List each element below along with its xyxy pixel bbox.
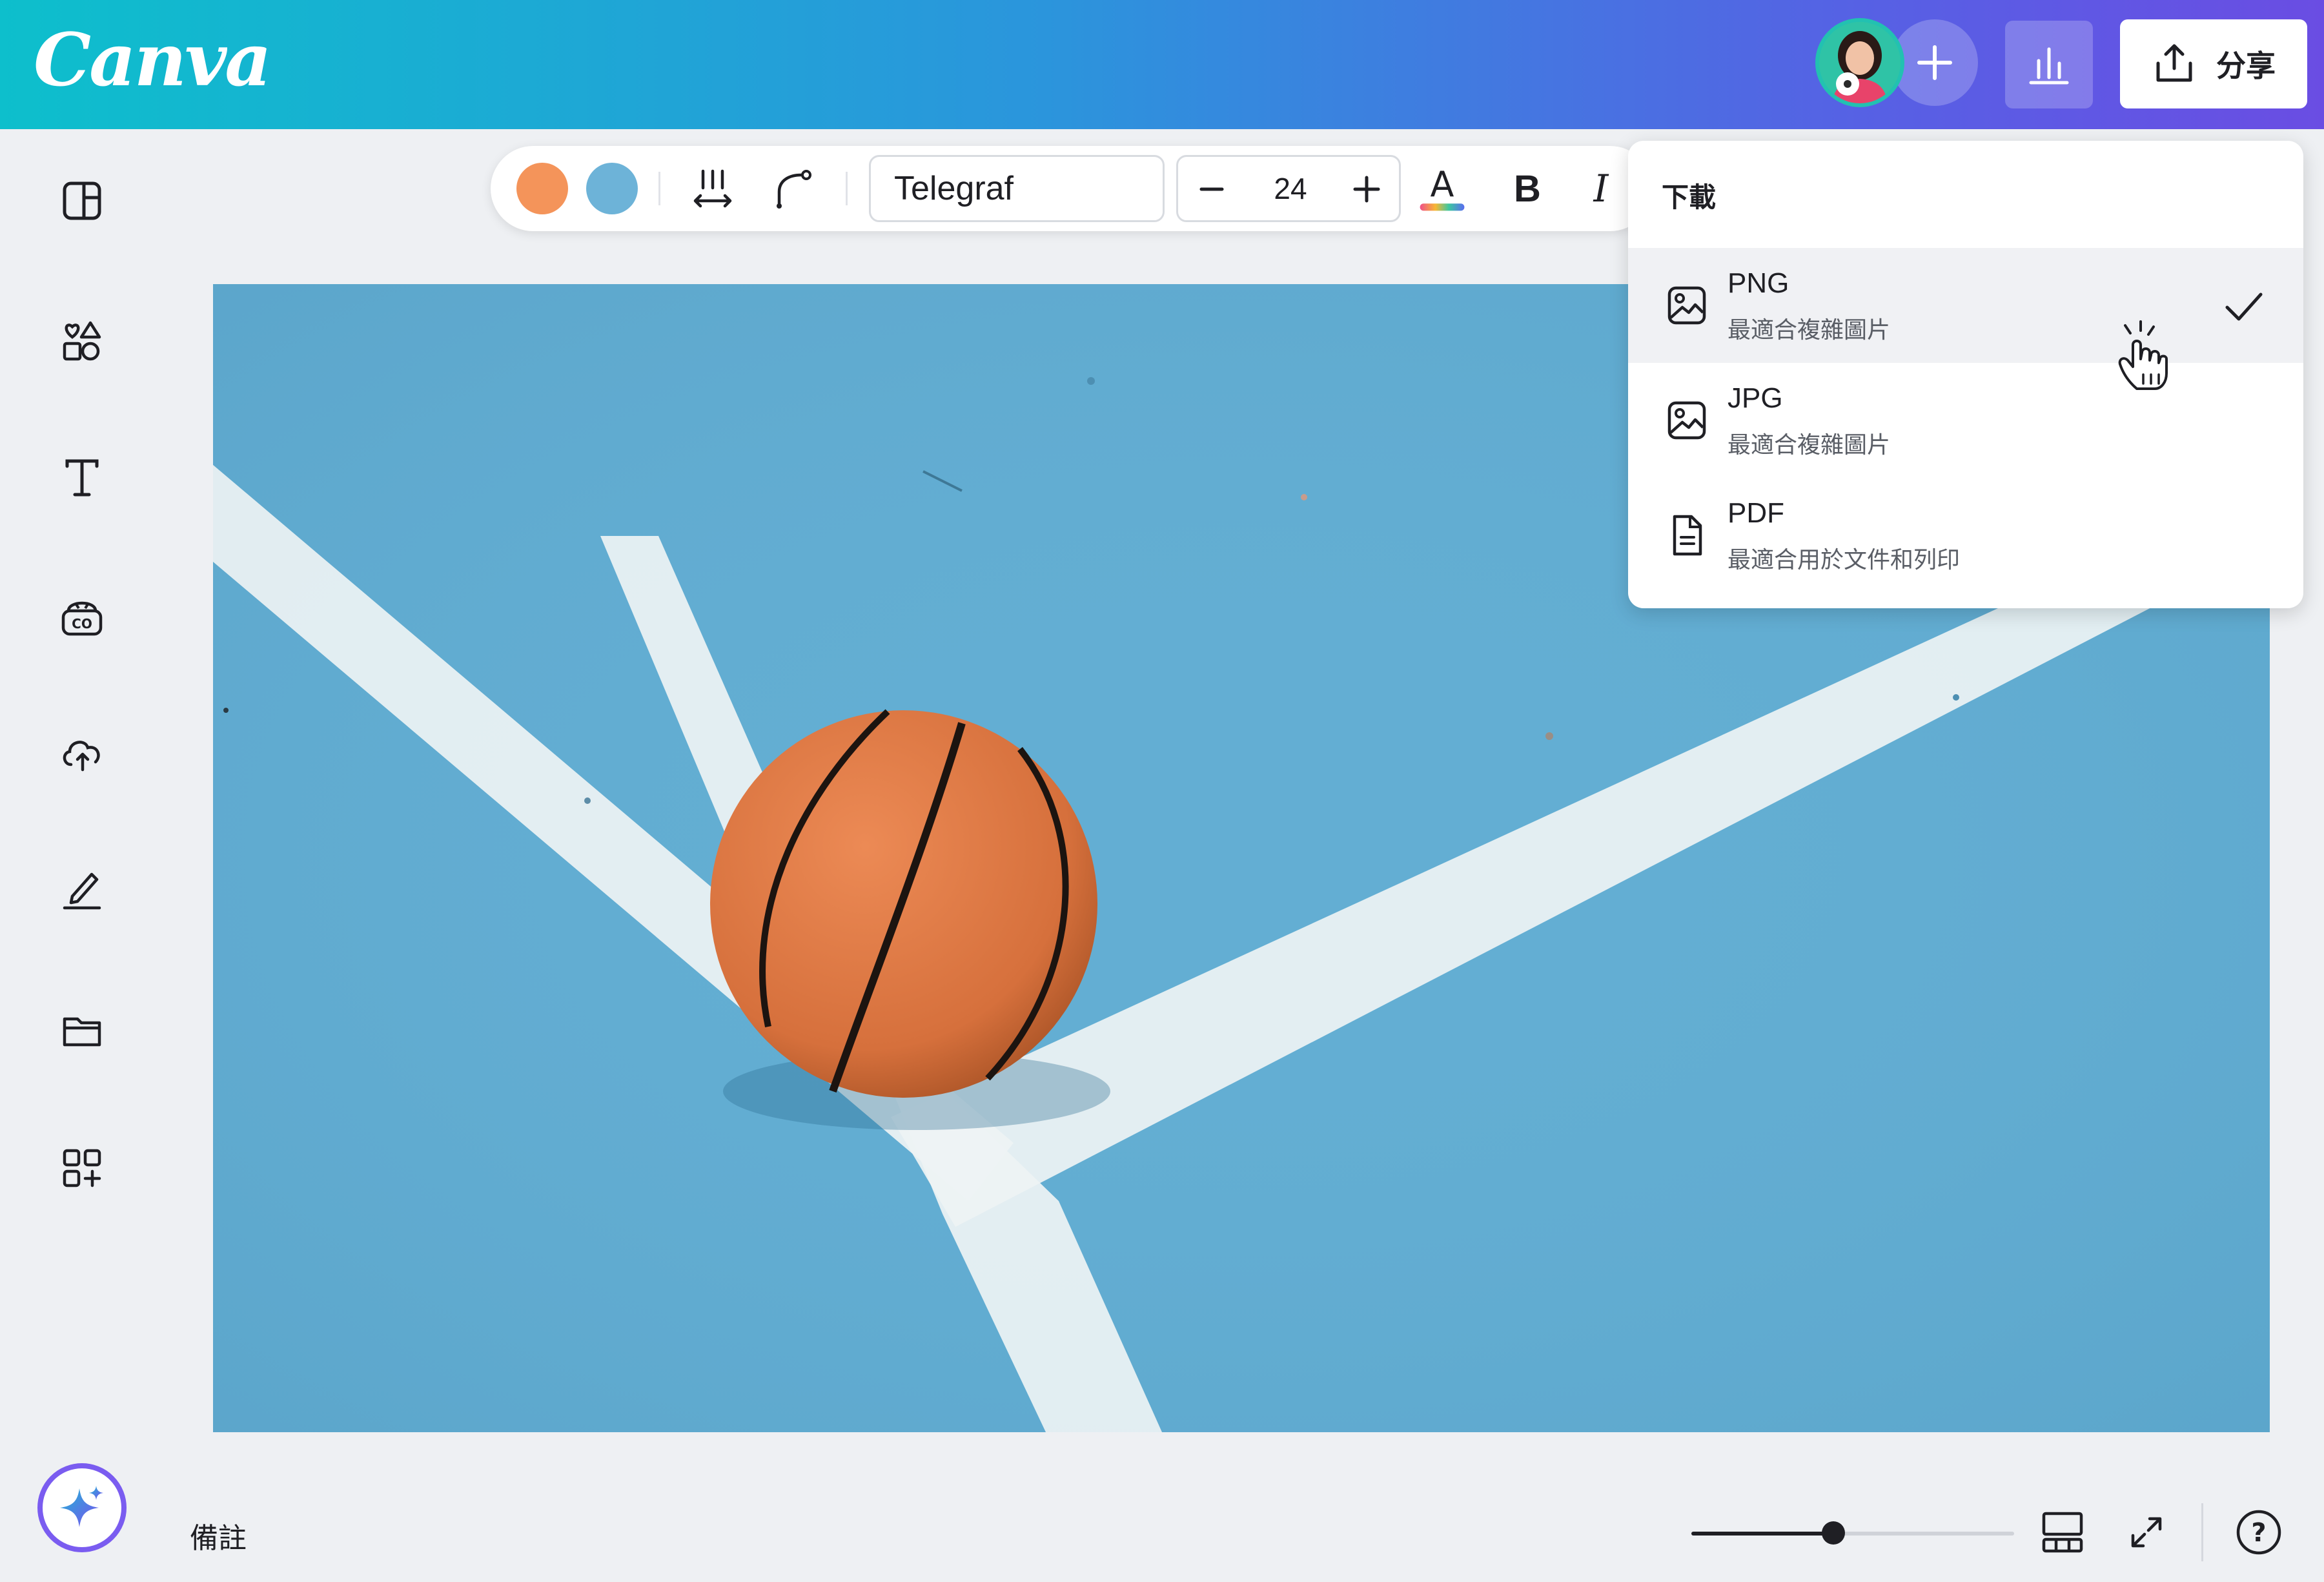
notes-button[interactable]: 備註	[190, 1515, 247, 1556]
add-collaborator-button[interactable]	[1891, 19, 1978, 106]
download-menu: 下載 PNG 最適合複雜圖片 JPG 最適合複雜圖片 PDF 最適合用於文件和列…	[1628, 141, 2303, 608]
line-spacing-icon[interactable]	[687, 163, 739, 214]
download-option-jpg[interactable]: JPG 最適合複雜圖片	[1628, 363, 2303, 478]
image-icon	[1662, 395, 1712, 446]
option-name: PDF	[1728, 497, 1784, 529]
minus-icon	[1199, 187, 1224, 191]
font-family-select[interactable]: Telegraf	[869, 155, 1165, 222]
bold-button[interactable]: B	[1502, 163, 1553, 214]
apps-icon[interactable]	[57, 1143, 107, 1193]
projects-folder-icon[interactable]	[57, 1005, 107, 1055]
share-label: 分享	[2216, 49, 2276, 83]
help-button[interactable]: ?	[2231, 1505, 2287, 1560]
share-upload-icon	[2156, 44, 2192, 82]
text-color-icon: A	[1420, 164, 1465, 211]
option-description: 最適合複雜圖片	[1728, 316, 1891, 343]
font-size-stepper: 24	[1176, 155, 1401, 222]
option-description: 最適合複雜圖片	[1728, 431, 1891, 458]
draw-icon[interactable]	[57, 864, 107, 914]
fullscreen-icon[interactable]	[2119, 1505, 2174, 1560]
color-swatch-blue[interactable]	[586, 163, 638, 214]
help-icon: ?	[2236, 1510, 2281, 1555]
decrease-size-button[interactable]	[1187, 165, 1236, 214]
zoom-slider-track[interactable]	[1691, 1532, 2014, 1536]
footer-divider	[2201, 1503, 2203, 1561]
editor-toolbar: Telegraf 24 A B I	[491, 146, 1653, 231]
download-menu-title: 下載	[1662, 182, 1717, 212]
elements-icon[interactable]	[57, 315, 107, 365]
zoom-slider-fill	[1691, 1532, 1833, 1536]
option-name: PNG	[1728, 267, 1789, 299]
magic-assistant-button[interactable]	[37, 1463, 127, 1552]
plus-icon	[1353, 176, 1380, 203]
download-option-pdf[interactable]: PDF 最適合用於文件和列印	[1628, 478, 2303, 593]
font-size-value[interactable]: 24	[1243, 171, 1338, 206]
avatar-portrait	[1819, 22, 1901, 103]
zoom-slider-thumb[interactable]	[1822, 1521, 1845, 1545]
text-color-button[interactable]: A	[1416, 163, 1468, 214]
bar-chart-icon	[2029, 47, 2069, 85]
option-description: 最適合用於文件和列印	[1728, 546, 1961, 573]
color-swatch-orange[interactable]	[516, 163, 568, 214]
svg-text:?: ?	[2251, 1518, 2266, 1548]
page-grid-view-icon[interactable]	[2035, 1505, 2090, 1560]
toolbar-divider	[658, 172, 660, 205]
plus-icon	[1917, 45, 1952, 80]
share-button[interactable]: 分享	[2120, 19, 2307, 108]
canva-logo[interactable]: Canva	[34, 18, 272, 103]
brand-icon[interactable]: CO	[57, 591, 107, 642]
document-icon	[1662, 510, 1712, 560]
svg-text:A: A	[1431, 164, 1454, 205]
checkmark-icon	[2225, 293, 2263, 321]
download-option-png[interactable]: PNG 最適合複雜圖片	[1628, 248, 2303, 390]
design-layout-icon[interactable]	[57, 176, 107, 226]
toolbar-divider	[846, 172, 848, 205]
option-name: JPG	[1728, 382, 1783, 414]
svg-text:CO: CO	[72, 616, 92, 632]
image-icon	[1662, 280, 1712, 331]
uploads-icon[interactable]	[57, 727, 107, 777]
increase-size-button[interactable]	[1342, 165, 1391, 214]
sparkle-icon	[60, 1486, 103, 1527]
italic-button[interactable]: I	[1575, 163, 1627, 214]
curve-path-icon[interactable]	[767, 163, 819, 214]
top-bar: Canva 分享	[0, 0, 2324, 129]
insights-button[interactable]	[2005, 21, 2093, 108]
text-icon[interactable]	[57, 452, 107, 502]
user-avatar[interactable]	[1815, 18, 1904, 107]
